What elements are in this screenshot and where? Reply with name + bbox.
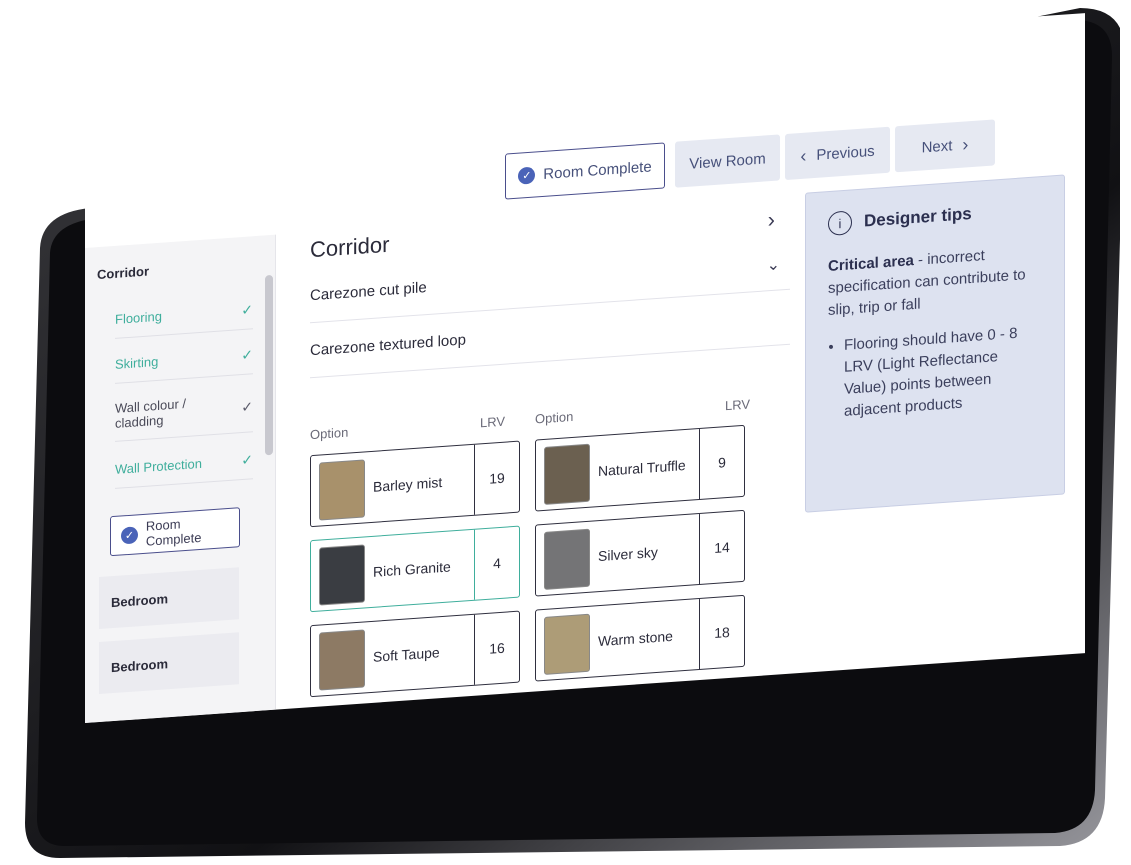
app-screen: ✓ Room Complete View Room ‹ Previous Nex… — [85, 13, 1085, 724]
column-header-lrv: LRV — [480, 413, 506, 431]
check-circle-icon: ✓ — [121, 525, 138, 544]
color-swatch — [319, 459, 365, 521]
check-circle-icon: ✓ — [518, 166, 536, 185]
option-card[interactable]: Soft Taupe 16 — [310, 610, 520, 698]
option-card[interactable]: Barley mist 19 — [310, 440, 520, 528]
room-label: Bedroom — [111, 590, 169, 610]
critical-label: Critical area — [828, 252, 914, 276]
designer-tips-panel: i Designer tips Critical area - incorrec… — [805, 174, 1065, 513]
sidebar-item-label: Wall Protection — [115, 455, 202, 477]
page-title: Corridor — [310, 231, 390, 263]
next-label: Next — [921, 136, 953, 157]
option-lrv: 9 — [699, 425, 744, 500]
previous-button[interactable]: ‹ Previous — [785, 126, 890, 181]
check-icon: ✓ — [241, 301, 253, 319]
main-panel: Corridor › Carezone cut pile ⌄ Carezone … — [290, 192, 810, 698]
product-label: Carezone textured loop — [310, 331, 466, 360]
info-icon: i — [828, 210, 852, 237]
chevron-right-icon[interactable]: › — [768, 207, 775, 234]
option-name: Natural Truffle — [598, 456, 686, 480]
option-name: Barley mist — [373, 474, 443, 495]
option-card[interactable]: Natural Truffle 9 — [535, 424, 745, 512]
next-button[interactable]: Next › — [895, 119, 995, 173]
room-complete-label: Room Complete — [145, 516, 202, 549]
sidebar-room-bedroom[interactable]: Bedroom — [99, 567, 239, 630]
chevron-right-icon: › — [962, 133, 969, 155]
check-icon: ✓ — [241, 397, 253, 415]
room-complete-label: Room Complete — [543, 157, 652, 183]
option-card[interactable]: Silver sky 14 — [535, 509, 745, 597]
sidebar-room-complete-button[interactable]: ✓ Room Complete — [110, 507, 240, 557]
sidebar-item-wall-colour[interactable]: Wall colour / cladding ✓ — [115, 381, 253, 442]
option-name: Warm stone — [598, 627, 673, 650]
color-swatch — [544, 528, 590, 590]
product-label: Carezone cut pile — [310, 279, 427, 305]
color-swatch — [319, 629, 365, 691]
chevron-left-icon: ‹ — [800, 145, 807, 166]
color-swatch — [544, 613, 590, 675]
option-lrv: 19 — [474, 441, 519, 515]
tips-critical-text: Critical area - incorrect specification … — [828, 241, 1042, 322]
sidebar-room-bedroom[interactable]: Bedroom — [99, 632, 239, 695]
check-icon: ✓ — [241, 451, 253, 469]
sidebar-item-flooring[interactable]: Flooring ✓ — [115, 291, 253, 339]
option-name: Soft Taupe — [373, 644, 440, 665]
option-lrv: 16 — [474, 611, 519, 685]
tips-list: Flooring should have 0 - 8 LRV (Light Re… — [828, 321, 1042, 424]
tablet-device: ✓ Room Complete View Room ‹ Previous Nex… — [20, 8, 1120, 858]
sidebar-item-wall-protection[interactable]: Wall Protection ✓ — [115, 441, 253, 489]
sidebar-section-title: Corridor — [97, 263, 149, 283]
sidebar-scrollbar[interactable] — [265, 274, 273, 456]
column-header-lrv: LRV — [725, 396, 751, 414]
sidebar-item-label: Wall colour / cladding — [115, 395, 187, 431]
check-icon: ✓ — [241, 346, 253, 364]
color-swatch — [544, 443, 590, 505]
option-card[interactable]: Rich Granite 4 — [310, 525, 520, 613]
column-header-option: Option — [535, 408, 574, 427]
sidebar-item-label: Flooring — [115, 308, 162, 327]
chevron-down-icon[interactable]: ⌄ — [767, 254, 780, 275]
color-swatch — [319, 544, 365, 606]
tips-title: Designer tips — [864, 203, 972, 231]
view-room-button[interactable]: View Room — [675, 134, 780, 188]
sidebar-item-label: Skirting — [115, 353, 159, 372]
sidebar: Corridor Flooring ✓ Skirting ✓ Wall colo… — [85, 234, 276, 723]
room-label: Bedroom — [111, 655, 169, 675]
product-row[interactable]: Carezone textured loop — [310, 308, 790, 379]
tips-bullet: Flooring should have 0 - 8 LRV (Light Re… — [844, 321, 1042, 423]
option-lrv: 14 — [699, 510, 744, 585]
option-lrv: 18 — [699, 595, 744, 670]
option-lrv: 4 — [474, 526, 519, 600]
sidebar-item-skirting[interactable]: Skirting ✓ — [115, 336, 253, 384]
option-name: Silver sky — [598, 543, 658, 565]
option-card[interactable]: Warm stone 18 — [535, 594, 745, 682]
view-room-label: View Room — [689, 149, 766, 173]
room-complete-button[interactable]: ✓ Room Complete — [505, 142, 665, 200]
option-name: Rich Granite — [373, 558, 451, 580]
previous-label: Previous — [816, 142, 875, 164]
column-header-option: Option — [310, 424, 349, 443]
